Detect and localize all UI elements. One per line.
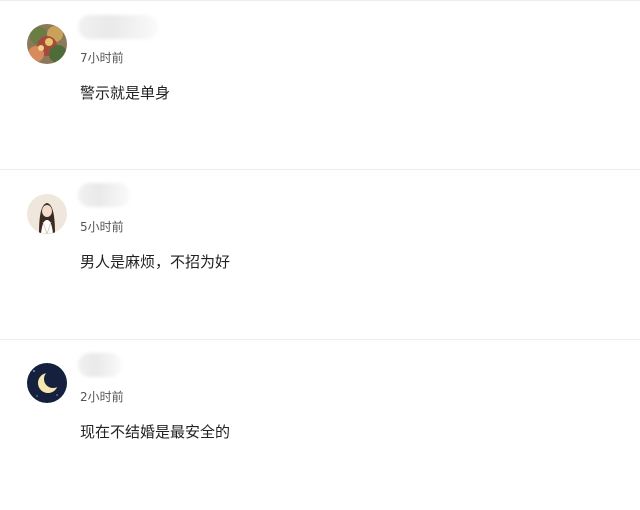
floral-avatar-icon[interactable] [27,24,67,64]
comment-item: 5小时前 男人是麻烦，不招为好 [0,170,640,340]
comment-text: 警示就是单身 [80,84,171,102]
comment-text: 男人是麻烦，不招为好 [80,253,231,271]
username-blurred[interactable] [78,353,122,377]
comment-item: 2小时前 现在不结婚是最安全的 [0,340,640,510]
timestamp: 7小时前 [80,51,124,65]
comment-text: 现在不结婚是最安全的 [80,423,231,441]
comment-list: 7小时前 警示就是单身 5小时前 男人是麻烦，不招为好 2小时前 现在不结婚是最… [0,0,640,483]
crescent-moon-avatar-icon[interactable] [27,363,67,403]
username-blurred[interactable] [78,183,130,207]
timestamp: 2小时前 [80,390,124,404]
girl-portrait-avatar-icon[interactable] [27,194,67,234]
timestamp: 5小时前 [80,220,124,234]
comment-item: 7小时前 警示就是单身 [0,0,640,170]
username-blurred[interactable] [78,15,158,39]
